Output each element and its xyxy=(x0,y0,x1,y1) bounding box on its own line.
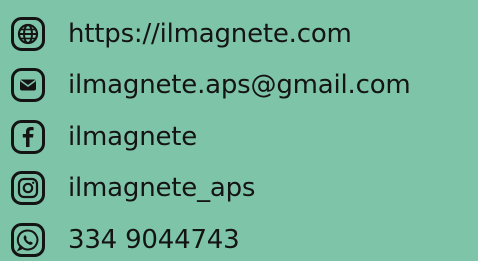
mail-icon xyxy=(10,67,46,103)
phone-number[interactable]: 334 9044743 xyxy=(68,227,240,253)
contact-item-email[interactable]: ilmagnete.aps@gmail.com xyxy=(10,64,411,106)
facebook-icon xyxy=(10,119,46,155)
whatsapp-icon xyxy=(10,222,46,258)
facebook-link[interactable]: ilmagnete xyxy=(68,124,197,150)
email-link[interactable]: ilmagnete.aps@gmail.com xyxy=(68,72,411,98)
contact-item-website[interactable]: https://ilmagnete.com xyxy=(10,13,352,55)
instagram-link[interactable]: ilmagnete_aps xyxy=(68,175,255,201)
contact-item-whatsapp[interactable]: 334 9044743 xyxy=(10,219,240,261)
contact-item-instagram[interactable]: ilmagnete_aps xyxy=(10,167,255,209)
contact-item-facebook[interactable]: ilmagnete xyxy=(10,116,197,158)
contact-list: https://ilmagnete.com ilmagnete.aps@gmai… xyxy=(10,0,478,257)
website-link[interactable]: https://ilmagnete.com xyxy=(68,21,352,47)
globe-icon xyxy=(10,16,46,52)
instagram-icon xyxy=(10,170,46,206)
